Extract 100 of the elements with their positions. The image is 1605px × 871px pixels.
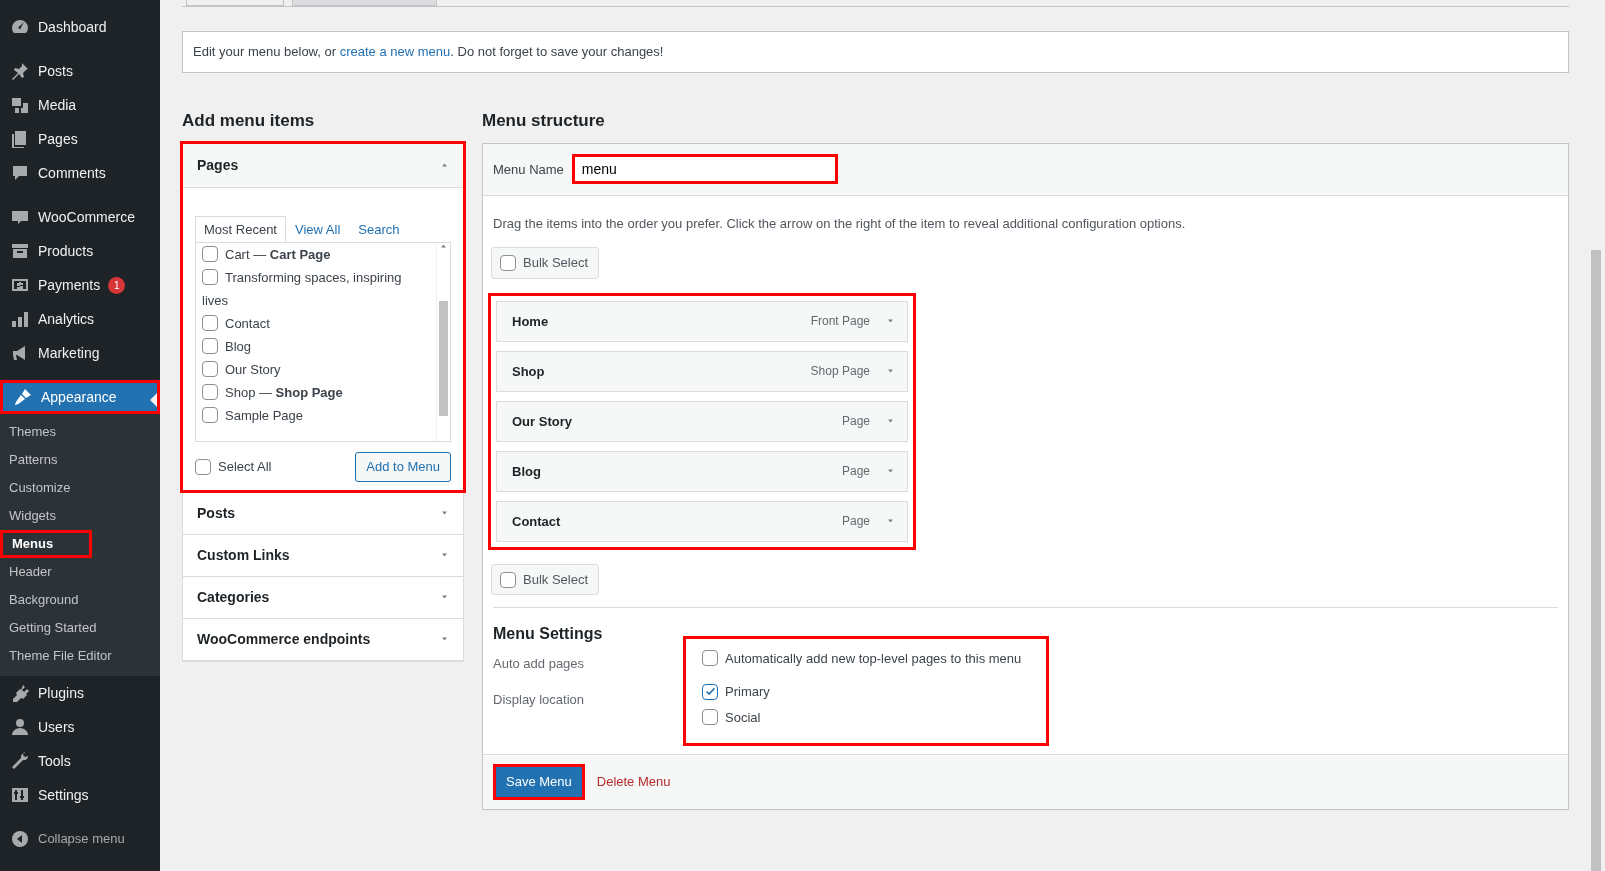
sidebar-item[interactable]: Analytics — [0, 302, 160, 336]
collapse-circle-icon — [10, 829, 30, 849]
sidebar-item[interactable]: Appearance — [0, 380, 160, 414]
notice-text: Edit your menu below, or create a new menu. Do not forget to save your changes! — [193, 43, 665, 61]
scrollbar-thumb[interactable] — [1591, 250, 1601, 871]
menu-name-field[interactable]: menu — [571, 154, 838, 185]
panel-tab[interactable]: Search — [349, 215, 409, 243]
collapse-menu-button[interactable]: Collapse menu — [0, 822, 160, 856]
item-type-text: Front Page — [810, 313, 870, 331]
expand-triangle-icon — [886, 468, 895, 475]
submenu-item[interactable]: Widgets — [0, 502, 160, 530]
setting-label: Display location — [493, 691, 586, 710]
bulk-select-button[interactable]: Bulk Select — [491, 563, 600, 596]
checkbox[interactable] — [500, 571, 516, 588]
sidebar-item[interactable]: Marketing — [0, 336, 160, 370]
expand-triangle-icon — [440, 510, 449, 517]
submenu-item[interactable]: Header — [0, 558, 160, 586]
wrench-icon — [10, 751, 30, 771]
field-label: Menu Name — [493, 160, 564, 179]
delete-menu-link[interactable]: Delete Menu — [596, 772, 671, 792]
sidebar-item[interactable]: Pages — [0, 122, 160, 156]
expand-triangle-icon — [886, 318, 895, 325]
add-to-menu-button[interactable]: Add to Menu — [355, 452, 451, 482]
count-badge: 1 — [108, 276, 126, 294]
sidebar-item[interactable]: Products — [0, 234, 160, 268]
submenu-item[interactable]: Customize — [0, 474, 160, 502]
checkbox[interactable] — [202, 338, 218, 355]
expand-triangle-icon — [440, 594, 449, 601]
checkbox[interactable] — [202, 269, 218, 286]
submenu-item[interactable]: Theme File Editor — [0, 642, 160, 670]
sidebar-item[interactable]: Posts — [0, 54, 160, 88]
sidebar-item[interactable]: Comments — [0, 156, 160, 190]
expand-triangle-icon — [886, 418, 895, 425]
sidebar-item[interactable]: Dashboard — [0, 10, 160, 44]
collapse-triangle-icon — [440, 162, 449, 169]
section-heading: Add menu items — [182, 110, 316, 131]
speech-bubble-icon — [10, 163, 30, 183]
menu-item-bar[interactable]: Shop Shop Page — [496, 350, 908, 392]
sidebar-item[interactable]: Settings — [0, 778, 160, 812]
checkbox[interactable] — [500, 255, 516, 272]
sidebar-item[interactable]: WooCommerce — [0, 200, 160, 234]
submenu-item[interactable]: Background — [0, 586, 160, 614]
sidebar-item[interactable]: Payments 1 — [0, 268, 160, 302]
menu-item-bar[interactable]: Home Front Page — [496, 300, 908, 342]
accordion-header[interactable]: Pages — [183, 143, 463, 188]
checkbox[interactable] — [202, 384, 218, 401]
item-type-text: Page — [841, 463, 870, 481]
bar-chart-icon — [10, 309, 30, 329]
expand-triangle-icon — [886, 518, 895, 525]
checkbox[interactable] — [202, 407, 218, 424]
expand-triangle-icon — [886, 368, 895, 375]
setting-label: Auto add pages — [493, 654, 586, 673]
sidebar-item[interactable]: Users — [0, 710, 160, 744]
location-checkbox[interactable]: Social — [702, 707, 1030, 728]
checkbox[interactable] — [202, 246, 218, 263]
page-option[interactable]: Transforming spaces, inspiring lives — [202, 266, 430, 313]
sliders-icon — [10, 785, 30, 805]
section-heading: Menu structure — [482, 110, 606, 131]
instructions-text: Drag the items into the order you prefer. Click the arrow on the right of the item to reveal additional configuration options. — [493, 214, 1187, 233]
submenu-item[interactable]: Menus — [0, 530, 92, 558]
page-option[interactable]: Sample Page — [202, 404, 430, 428]
submenu-item[interactable]: Themes — [0, 418, 160, 446]
checkbox[interactable] — [195, 459, 211, 476]
plug-icon — [10, 683, 30, 703]
checkbox[interactable] — [202, 315, 218, 332]
brush-icon — [13, 387, 33, 407]
page-option[interactable]: Our Story — [202, 358, 430, 382]
menu-item-bar[interactable]: Contact Page — [496, 500, 908, 542]
page-option[interactable]: Shop — Shop Page — [202, 381, 430, 405]
expand-triangle-icon — [440, 636, 449, 643]
pin-icon — [10, 61, 30, 81]
person-icon — [10, 717, 30, 737]
checkbox[interactable] — [702, 683, 718, 700]
select-all-checkbox[interactable]: Select All — [195, 457, 272, 477]
page-option[interactable]: Cart — Cart Page — [202, 243, 430, 267]
checkbox[interactable] — [702, 709, 718, 726]
sidebar-item[interactable]: Plugins — [0, 676, 160, 710]
menu-item-bar[interactable]: Blog Page — [496, 450, 908, 492]
setting-checkbox[interactable]: Automatically add new top-level pages to this menu — [702, 648, 1030, 669]
submenu-item[interactable]: Getting Started — [0, 614, 160, 642]
media-icon — [10, 95, 30, 115]
page-option[interactable]: Contact — [202, 312, 430, 336]
sidebar-item[interactable]: Media — [0, 88, 160, 122]
panel-tab[interactable]: View All — [286, 215, 350, 243]
menu-item-bar[interactable]: Our Story Page — [496, 400, 908, 442]
location-checkbox[interactable]: Primary — [702, 682, 1030, 702]
sidebar-item[interactable]: Tools — [0, 744, 160, 778]
save-menu-button[interactable]: Save Menu — [493, 764, 585, 800]
item-type-text: Page — [841, 413, 870, 431]
page-option[interactable]: Blog — [202, 335, 430, 359]
scrollbar[interactable] — [436, 243, 450, 442]
checkbox[interactable] — [702, 650, 718, 667]
checkbox[interactable] — [202, 361, 218, 378]
collapse-triangle-icon — [439, 243, 448, 250]
expand-triangle-icon — [440, 552, 449, 559]
bulk-select-button[interactable]: Bulk Select — [491, 247, 600, 279]
item-type-text: Shop Page — [810, 363, 870, 381]
archive-box-icon — [10, 241, 30, 261]
submenu-item[interactable]: Patterns — [0, 446, 160, 474]
panel-tab[interactable]: Most Recent — [195, 215, 286, 243]
